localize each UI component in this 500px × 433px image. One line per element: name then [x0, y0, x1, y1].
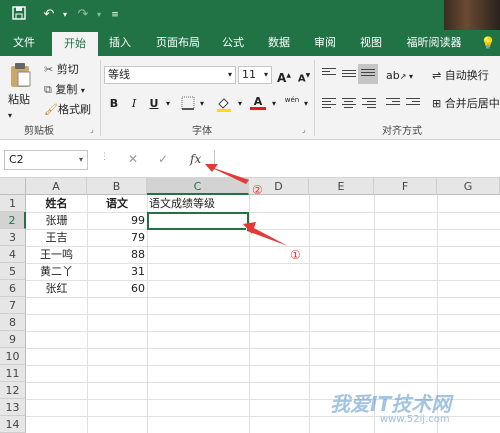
annotation-arrows	[205, 164, 288, 246]
arrow-head-fx	[205, 164, 218, 172]
watermark-url: www.52ij.com	[380, 414, 450, 425]
annotation-circle-2: ②	[252, 183, 263, 197]
annotation-circle-1: ①	[290, 248, 301, 262]
watermark-text: 我爱IT技术网	[330, 392, 452, 416]
